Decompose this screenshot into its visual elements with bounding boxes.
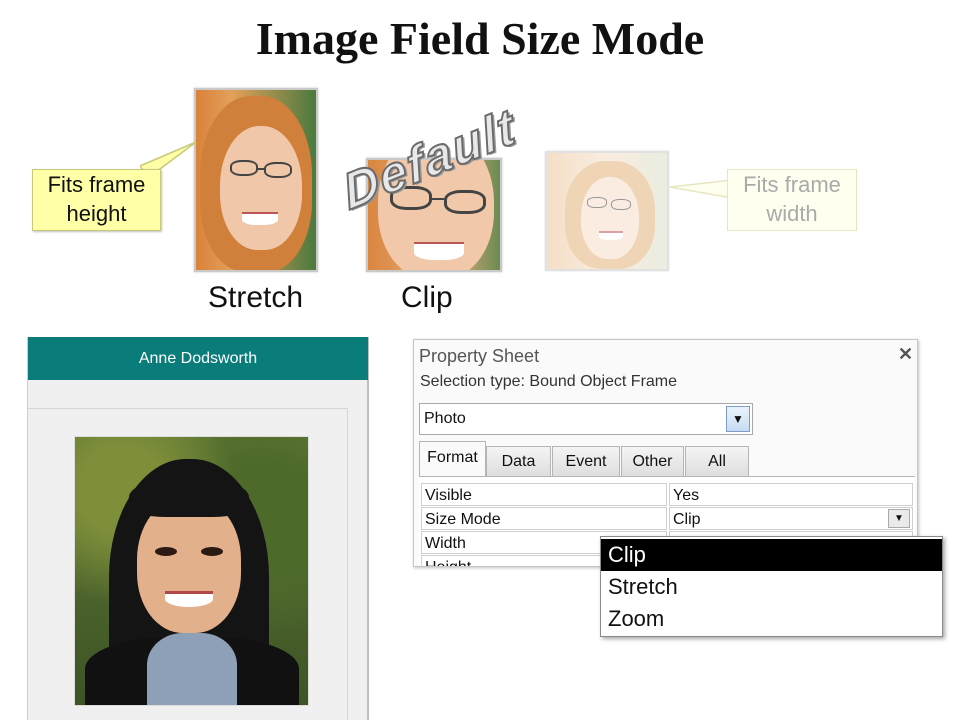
size-mode-dropdown-list: Clip Stretch Zoom xyxy=(600,536,943,637)
property-sheet-panel: Property Sheet ✕ Selection type: Bound O… xyxy=(413,339,918,567)
callout-fits-frame-width: Fits frame width xyxy=(727,169,857,231)
photo-bangs-shape xyxy=(129,477,249,517)
callout-right-pointer xyxy=(669,179,733,199)
photo-eye-left xyxy=(155,547,177,556)
employee-photo-frame[interactable] xyxy=(74,436,309,706)
stretch-portrait-image xyxy=(194,88,318,272)
dropdown-option-clip[interactable]: Clip xyxy=(601,539,942,571)
dropdown-option-stretch[interactable]: Stretch xyxy=(601,571,942,603)
property-name: Visible xyxy=(421,483,667,506)
dropdown-option-zoom[interactable]: Zoom xyxy=(601,603,942,635)
caption-clip: Clip xyxy=(401,281,453,314)
form-header-name: Anne Dodsworth xyxy=(28,337,368,380)
callout-right-line1: Fits frame xyxy=(743,172,841,197)
employee-form: Anne Dodsworth xyxy=(27,337,369,720)
tab-data[interactable]: Data xyxy=(486,446,551,476)
size-mode-value: Clip xyxy=(673,511,701,528)
chevron-down-icon[interactable]: ▼ xyxy=(888,509,910,528)
callout-left-line1: Fits frame xyxy=(47,172,146,197)
photo-smile xyxy=(165,591,213,607)
property-value[interactable]: Yes xyxy=(669,483,913,506)
tab-all[interactable]: All xyxy=(685,446,749,476)
callout-fits-frame-height: Fits frame height xyxy=(32,169,161,231)
photo-shirt xyxy=(147,633,237,705)
property-row-size-mode[interactable]: Size Mode Clip ▼ xyxy=(421,507,913,531)
property-sheet-title: Property Sheet xyxy=(419,346,540,366)
photo-eye-right xyxy=(201,547,223,556)
tab-format[interactable]: Format xyxy=(419,441,486,476)
zoom-portrait-image xyxy=(545,151,669,271)
caption-stretch: Stretch xyxy=(208,281,304,314)
property-name: Size Mode xyxy=(421,507,667,530)
object-selector-combo[interactable]: Photo ▼ xyxy=(419,403,753,435)
property-row-visible[interactable]: Visible Yes xyxy=(421,483,913,507)
tab-other[interactable]: Other xyxy=(621,446,684,476)
selection-type-label: Selection type: Bound Object Frame xyxy=(420,373,678,390)
chevron-down-icon[interactable]: ▼ xyxy=(726,406,750,432)
photo-face-shape xyxy=(137,497,241,633)
tab-event[interactable]: Event xyxy=(552,446,620,476)
property-value[interactable]: Clip ▼ xyxy=(669,507,913,530)
close-icon[interactable]: ✕ xyxy=(898,344,913,365)
object-selector-value: Photo xyxy=(424,410,466,427)
callout-left-line2: height xyxy=(66,201,127,226)
slide-title: Image Field Size Mode xyxy=(255,13,705,64)
callout-right-line2: width xyxy=(766,201,818,226)
